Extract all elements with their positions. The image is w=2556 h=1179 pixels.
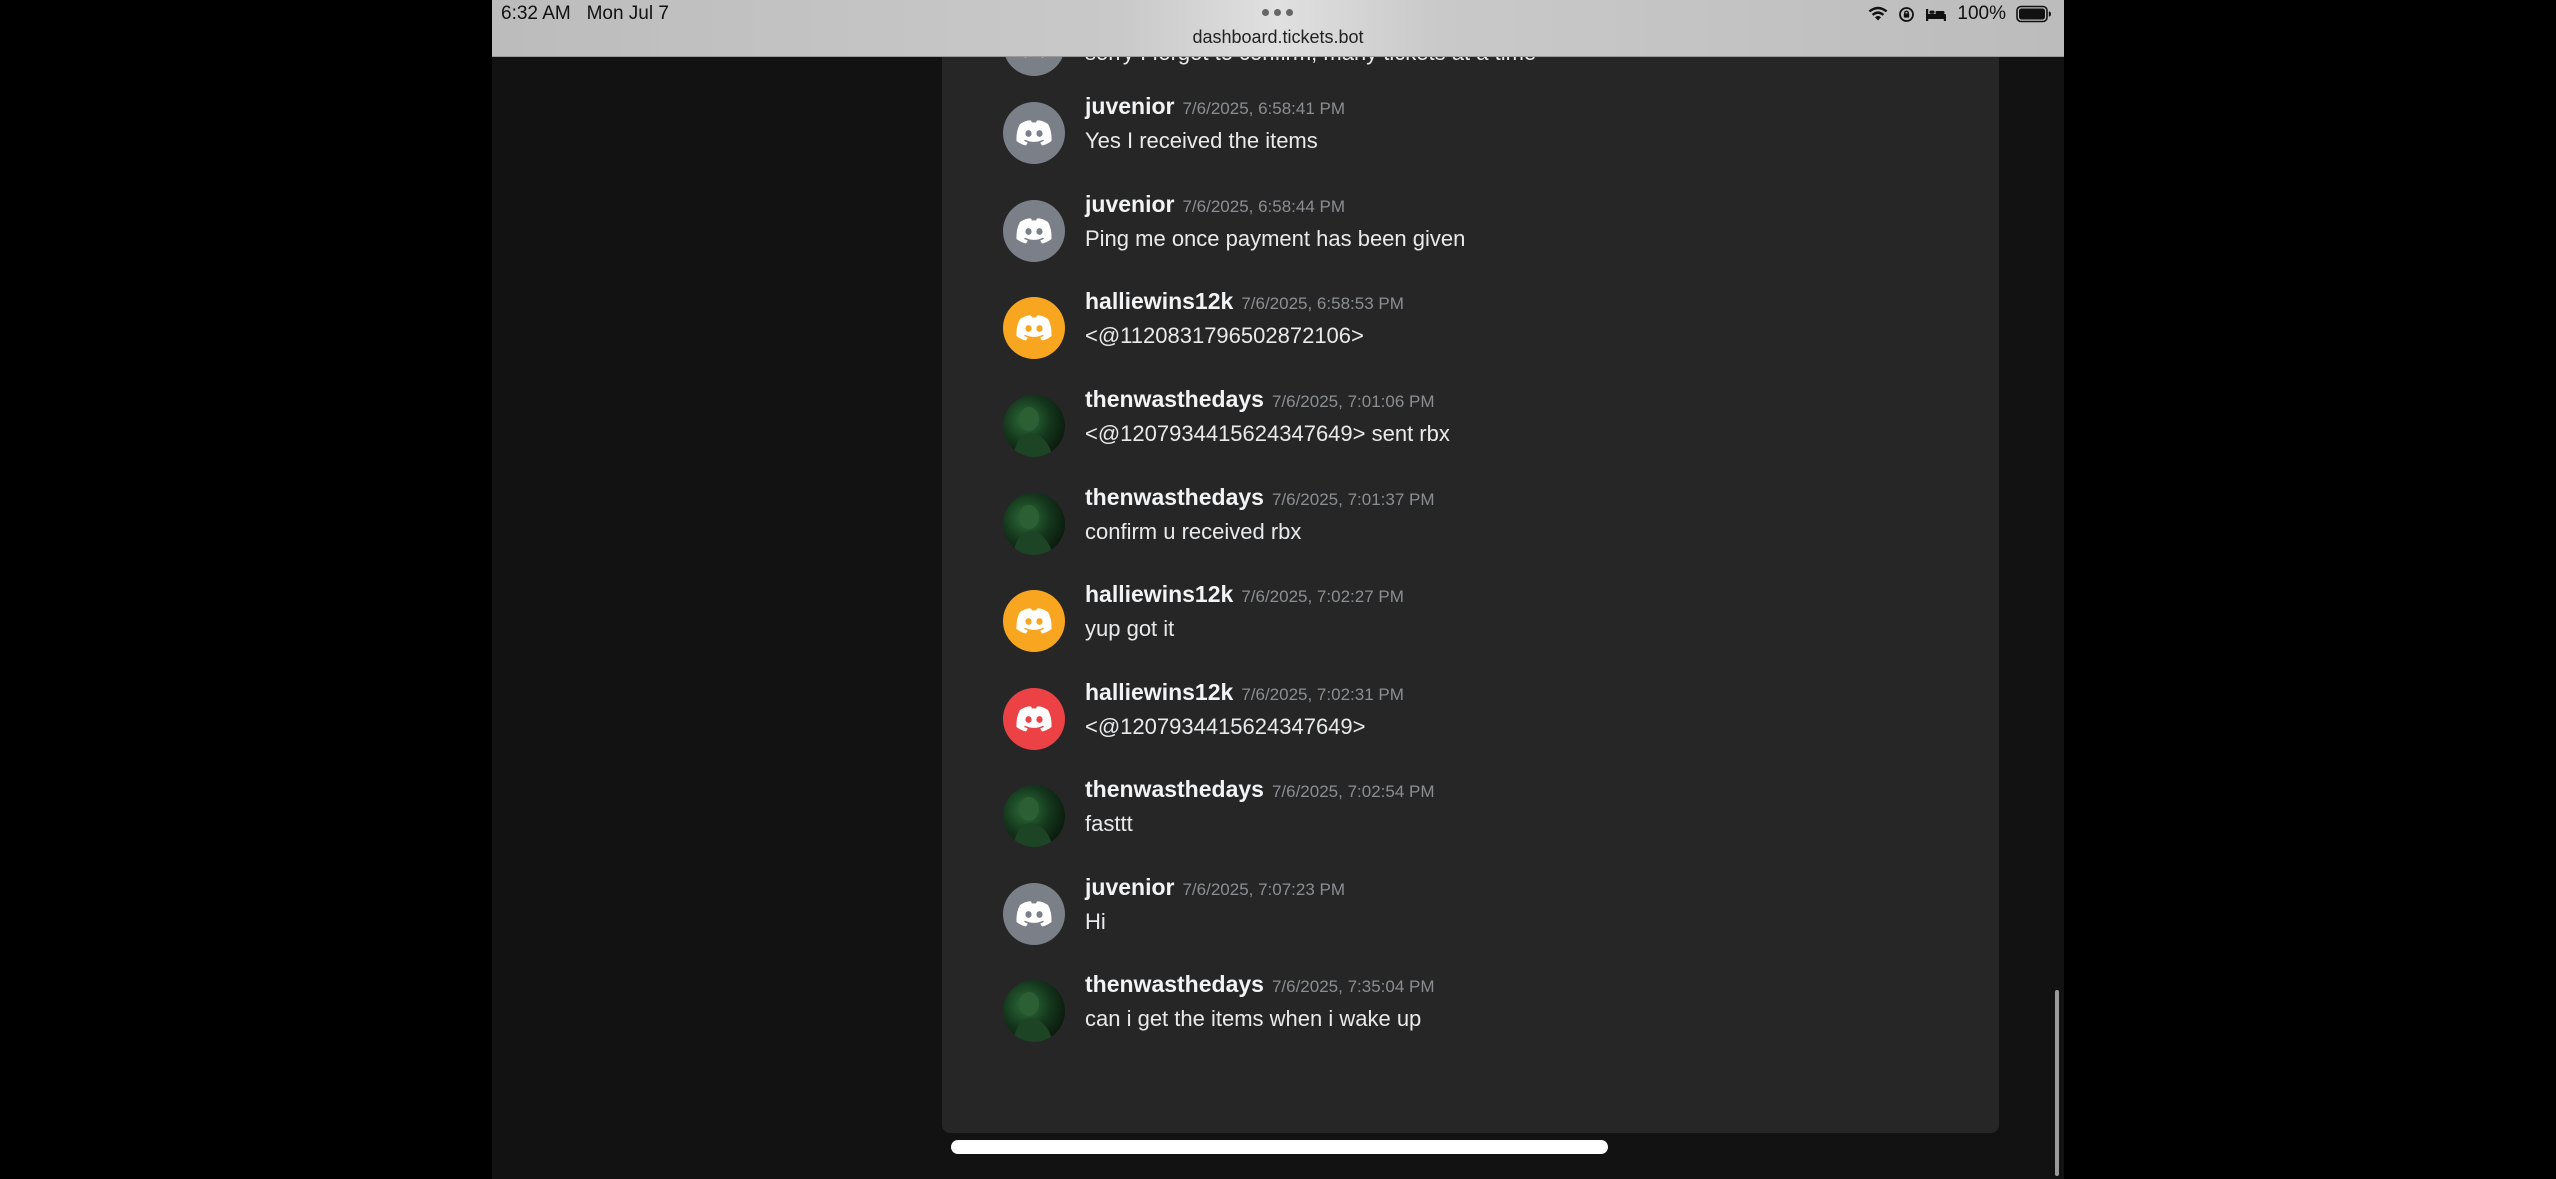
status-clock: 6:32 AM Mon Jul 7 [501, 3, 669, 25]
message-timestamp: 7/6/2025, 7:01:37 PM [1271, 490, 1435, 509]
message-header: halliewins12k 7/6/2025, 7:02:27 PM [1085, 581, 1404, 608]
profile-photo-icon [1013, 992, 1053, 1042]
message-text: Hi [1085, 909, 1106, 934]
avatar[interactable] [1003, 493, 1065, 555]
message-text: <@1207934415624347649> [1085, 714, 1366, 739]
message-timestamp: 7/6/2025, 6:58:44 PM [1182, 197, 1346, 216]
message-timestamp: 7/6/2025, 7:01:06 PM [1271, 392, 1435, 411]
profile-photo-icon [1013, 797, 1053, 847]
message-header: thenwasthedays 7/6/2025, 7:01:37 PM [1085, 484, 1435, 511]
message-text: sorry I forgot to confirm, many tickets … [1085, 56, 1536, 66]
message-header: thenwasthedays 7/6/2025, 7:01:06 PM [1085, 386, 1435, 413]
message-header: juvenior 7/6/2025, 6:58:44 PM [1085, 191, 1345, 218]
avatar[interactable] [1003, 102, 1065, 164]
message-text: Yes I received the items [1085, 128, 1318, 153]
message-header: juvenior 7/6/2025, 7:07:23 PM [1085, 874, 1345, 901]
multitasking-dots[interactable] [1262, 9, 1293, 16]
message-10: thenwasthedays 7/6/2025, 7:35:04 PM can i… [942, 971, 1999, 1070]
message-text: can i get the items when i wake up [1085, 1006, 1422, 1031]
author-name[interactable]: halliewins12k [1085, 679, 1233, 705]
avatar[interactable] [1003, 785, 1065, 847]
author-name[interactable]: halliewins12k [1085, 581, 1233, 607]
orientation-lock-icon [1899, 6, 1915, 22]
avatar[interactable] [1003, 883, 1065, 945]
avatar[interactable] [1003, 590, 1065, 652]
status-time: 6:32 AM [501, 3, 571, 24]
bed-icon [1926, 8, 1947, 21]
author-name[interactable]: thenwasthedays [1085, 971, 1264, 997]
avatar[interactable] [1003, 56, 1065, 76]
author-name[interactable]: juvenior [1085, 191, 1174, 217]
message-timestamp: 7/6/2025, 7:07:23 PM [1182, 880, 1346, 899]
author-name[interactable]: thenwasthedays [1085, 776, 1264, 802]
avatar[interactable] [1003, 980, 1065, 1042]
message-text: yup got it [1085, 616, 1175, 641]
message-header: juvenior 7/6/2025, 6:58:41 PM [1085, 93, 1345, 120]
message-header: halliewins12k 7/6/2025, 6:58:53 PM [1085, 288, 1404, 315]
message-text: <@1120831796502872106> [1085, 323, 1364, 348]
discord-icon [1003, 688, 1065, 750]
discord-icon [1003, 297, 1065, 359]
battery-percent: 100% [1957, 3, 2006, 24]
author-name[interactable]: thenwasthedays [1085, 386, 1264, 412]
message-timestamp: 7/6/2025, 7:35:04 PM [1271, 977, 1435, 996]
message-8: thenwasthedays 7/6/2025, 7:02:54 PM fastt… [942, 776, 1999, 875]
message-5: thenwasthedays 7/6/2025, 7:01:37 PM confi… [942, 484, 1999, 583]
author-name[interactable]: halliewins12k [1085, 288, 1233, 314]
discord-icon [1003, 102, 1065, 164]
discord-icon [1003, 590, 1065, 652]
message-2: juvenior 7/6/2025, 6:58:44 PM Ping me onc… [942, 191, 1999, 290]
avatar[interactable] [1003, 688, 1065, 750]
vertical-scrollbar[interactable] [2055, 990, 2059, 1176]
avatar[interactable] [1003, 395, 1065, 457]
message-9: juvenior 7/6/2025, 7:07:23 PM Hi [942, 874, 1999, 973]
message-6: halliewins12k 7/6/2025, 7:02:27 PM yup go… [942, 581, 1999, 680]
author-name[interactable]: thenwasthedays [1085, 484, 1264, 510]
wifi-icon [1868, 6, 1888, 21]
message-header: thenwasthedays 7/6/2025, 7:02:54 PM [1085, 776, 1435, 803]
message-1: juvenior 7/6/2025, 6:58:41 PM Yes I recei… [942, 93, 1999, 192]
message-timestamp: 7/6/2025, 7:02:54 PM [1271, 782, 1435, 801]
message-header: thenwasthedays 7/6/2025, 7:35:04 PM [1085, 971, 1435, 998]
battery-icon [2016, 5, 2051, 23]
message-header: halliewins12k 7/6/2025, 7:02:31 PM [1085, 679, 1404, 706]
message-timestamp: 7/6/2025, 7:02:27 PM [1241, 587, 1404, 606]
message-text: <@1207934415624347649> sent rbx [1085, 421, 1450, 446]
message-3: halliewins12k 7/6/2025, 6:58:53 PM <@1120… [942, 288, 1999, 387]
message-7: halliewins12k 7/6/2025, 7:02:31 PM <@1207… [942, 679, 1999, 778]
status-indicators: 100% [1868, 2, 2052, 26]
horizontal-scrollbar[interactable] [951, 1140, 1608, 1154]
browser-screen: sorry I forgot to confirm, many tickets … [492, 0, 2064, 1179]
message-timestamp: 7/6/2025, 7:02:31 PM [1241, 685, 1404, 704]
message-4: thenwasthedays 7/6/2025, 7:01:06 PM <@120… [942, 386, 1999, 485]
profile-photo-icon [1013, 505, 1053, 555]
avatar[interactable] [1003, 297, 1065, 359]
message-text: Ping me once payment has been given [1085, 226, 1466, 251]
profile-photo-icon [1013, 407, 1053, 457]
author-name[interactable]: juvenior [1085, 874, 1174, 900]
url-bar[interactable]: dashboard.tickets.bot [492, 27, 2064, 48]
ticket-transcript-panel[interactable]: sorry I forgot to confirm, many tickets … [942, 56, 1999, 1133]
discord-icon [1003, 56, 1065, 76]
author-name[interactable]: juvenior [1085, 93, 1174, 119]
message-timestamp: 7/6/2025, 6:58:41 PM [1182, 99, 1346, 118]
browser-status-bar: 6:32 AM Mon Jul 7 dashboard.tickets.bot [492, 0, 2064, 57]
message-timestamp: 7/6/2025, 6:58:53 PM [1241, 294, 1404, 313]
discord-icon [1003, 200, 1065, 262]
message-text: confirm u received rbx [1085, 519, 1302, 544]
avatar[interactable] [1003, 200, 1065, 262]
discord-icon [1003, 883, 1065, 945]
status-date: Mon Jul 7 [586, 3, 669, 24]
message-text: fasttt [1085, 811, 1133, 836]
